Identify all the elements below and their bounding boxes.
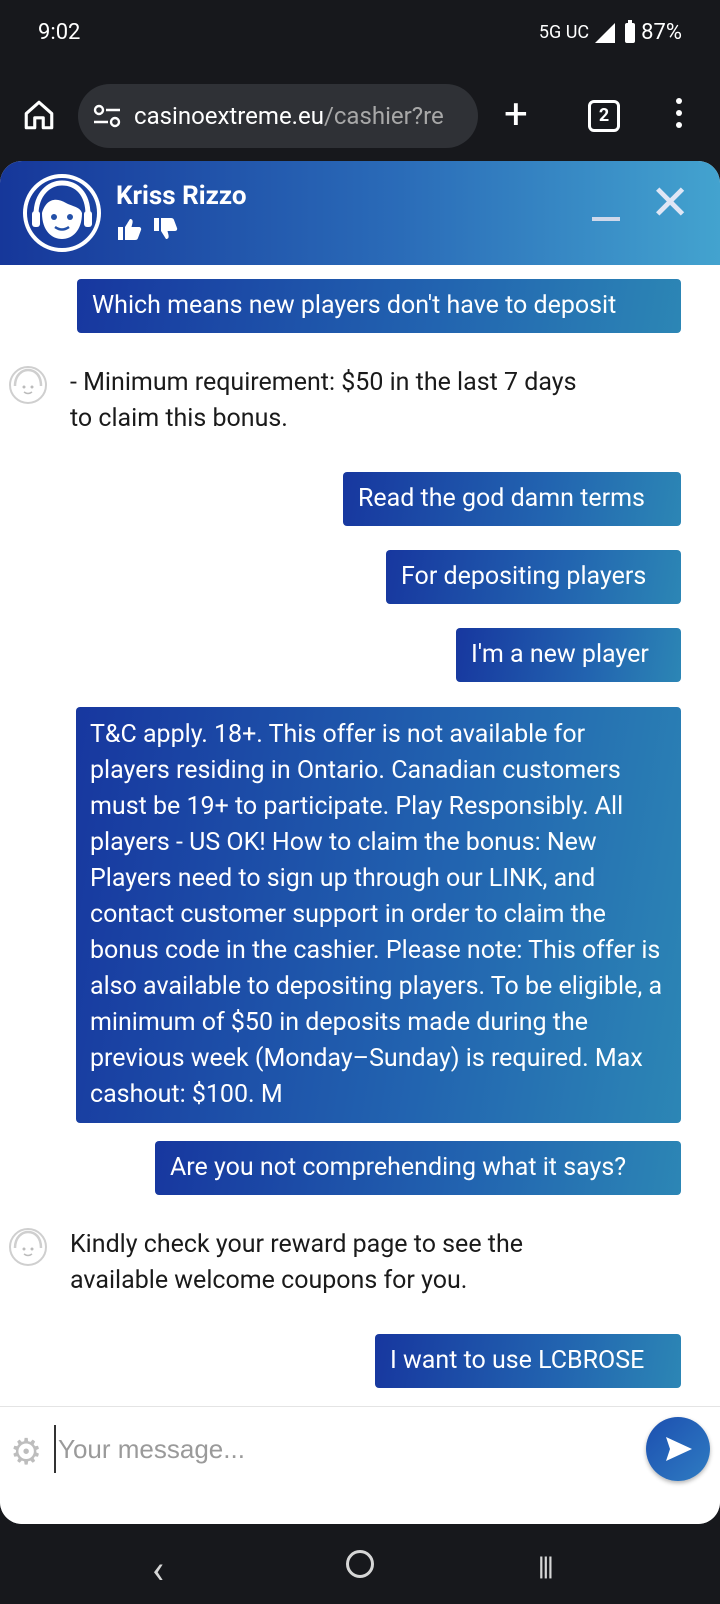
new-tab-icon[interactable]: + <box>504 94 528 136</box>
recents-icon[interactable]: ||| <box>538 1552 554 1582</box>
user-message: I'm a new player <box>456 628 681 682</box>
battery-level: 87% <box>641 20 682 45</box>
tab-switcher-button[interactable]: 2 <box>588 100 620 132</box>
user-message: For depositing players <box>386 550 681 604</box>
send-button[interactable] <box>646 1417 710 1481</box>
message-composer: ⚙ <box>0 1406 720 1524</box>
user-message: T&C apply. 18+. This offer is not availa… <box>76 707 681 1123</box>
agent-message: - Minimum requirement: $50 in the last 7… <box>70 368 577 433</box>
agent-name: Kriss Rizzo <box>116 181 247 211</box>
system-nav-bar: ‹ ||| <box>0 1524 720 1604</box>
message-input[interactable] <box>54 1425 620 1473</box>
more-menu-icon[interactable] <box>676 98 682 134</box>
chat-window: Kriss Rizzo ✕ Which means new players do… <box>0 161 720 1524</box>
rating-buttons <box>116 217 178 241</box>
status-right: 5G UC 87% <box>538 19 682 45</box>
agent-mini-avatar-icon <box>9 366 47 404</box>
user-message: Which means new players don't have to de… <box>77 279 681 333</box>
user-message: Are you not comprehending what it says? <box>155 1141 681 1195</box>
gear-icon[interactable]: ⚙ <box>10 1431 42 1473</box>
chat-header: Kriss Rizzo ✕ <box>0 161 720 265</box>
message-list: Which means new players don't have to de… <box>0 265 720 1406</box>
user-message: Read the god damn terms <box>343 472 681 526</box>
minimize-button[interactable] <box>592 217 620 221</box>
send-icon <box>666 1437 692 1461</box>
back-icon[interactable]: ‹ <box>152 1546 164 1593</box>
agent-message: Kindly check your reward page to see the… <box>70 1230 523 1295</box>
url-domain: casinoextreme.eu <box>134 102 324 130</box>
thumbs-up-icon[interactable] <box>116 217 142 241</box>
user-message: I want to use LCBROSE <box>375 1334 681 1388</box>
browser-toolbar: casinoextreme.eu/cashier?re + 2 <box>0 70 720 160</box>
signal-icon <box>595 22 616 43</box>
status-time: 9:02 <box>38 20 81 45</box>
site-settings-icon[interactable] <box>92 103 122 129</box>
agent-mini-avatar-icon <box>9 1228 47 1266</box>
url-path: /cashier?re <box>323 102 444 130</box>
address-bar[interactable]: casinoextreme.eu/cashier?re <box>78 84 478 148</box>
status-bar: 9:02 5G UC 87% <box>0 0 720 70</box>
network-label: 5G UC <box>538 22 590 43</box>
home-icon[interactable] <box>22 98 56 132</box>
home-nav-icon[interactable] <box>346 1550 374 1578</box>
close-icon[interactable]: ✕ <box>650 179 690 227</box>
battery-icon <box>625 19 636 43</box>
thumbs-down-icon[interactable] <box>152 217 178 241</box>
agent-avatar-icon <box>23 174 101 252</box>
